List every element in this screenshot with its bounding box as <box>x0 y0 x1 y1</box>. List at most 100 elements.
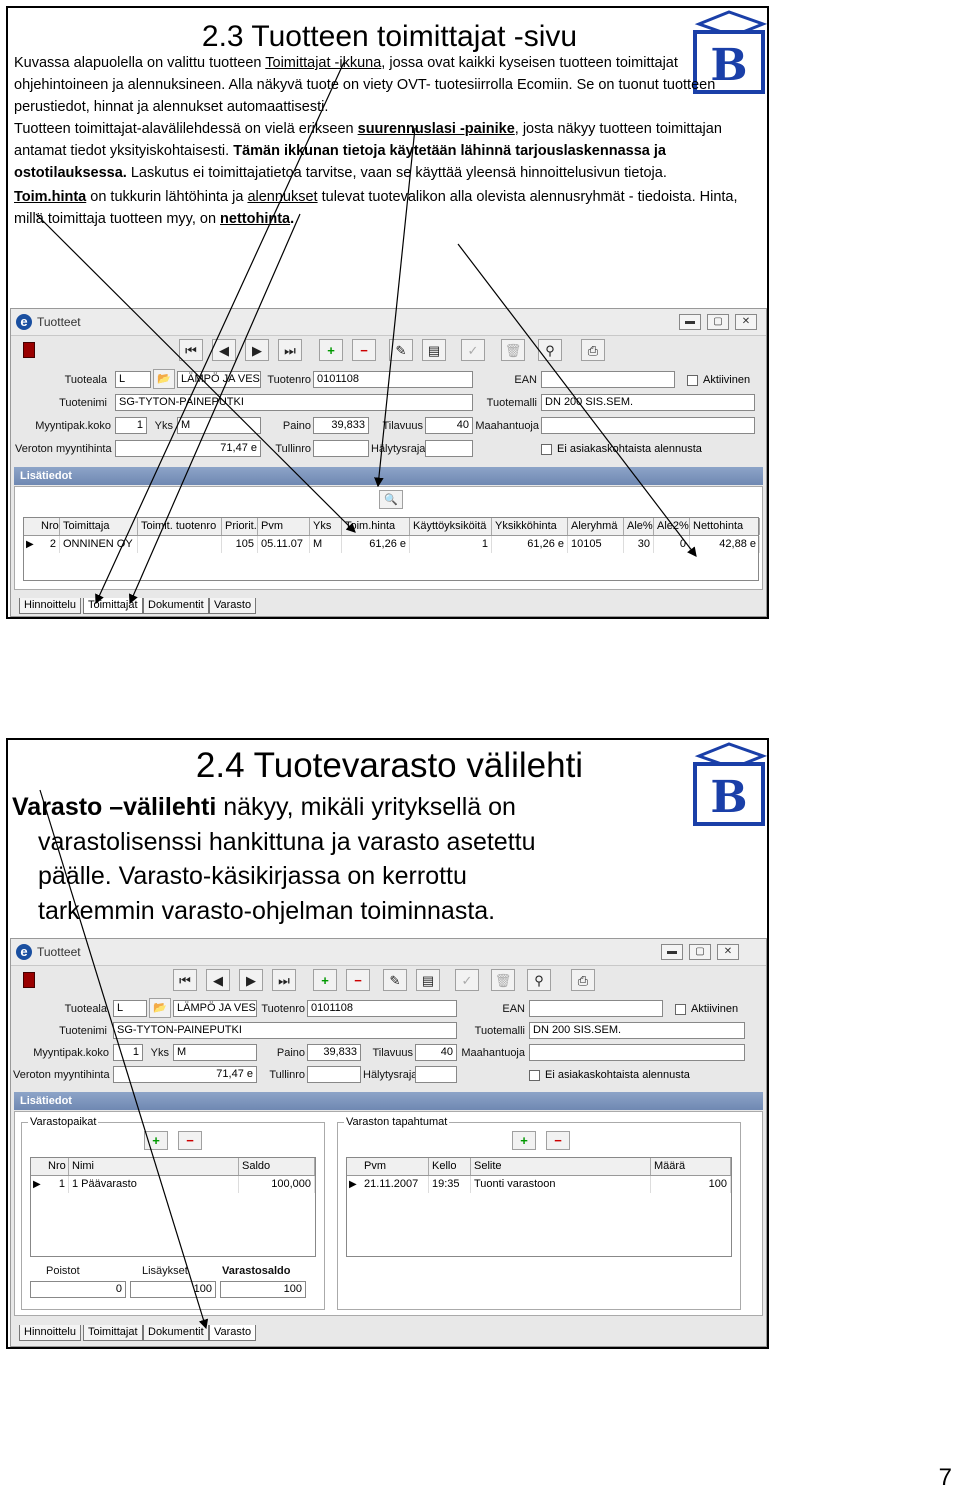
print-preview-button[interactable]: ▤ <box>422 339 446 361</box>
cell: 2 <box>38 536 60 553</box>
add-transaction-button[interactable]: + <box>512 1131 536 1150</box>
myyntipak-field[interactable]: 1 <box>113 1044 143 1061</box>
cell: 61,26 e <box>492 536 568 553</box>
label-yks: Yks <box>154 420 173 432</box>
halytysraja-field[interactable] <box>425 440 473 457</box>
exit-icon[interactable] <box>23 972 35 988</box>
tuotenimi-field[interactable]: SG-TYTON-PAINEPUTKI <box>113 1022 457 1039</box>
tuotemalli-field[interactable]: DN 200 SIS.SEM. <box>529 1022 745 1039</box>
cell: 100 <box>651 1176 731 1193</box>
table-row[interactable]: ▶ 1 1 Päävarasto 100,000 <box>31 1176 315 1193</box>
cell: 1 Päävarasto <box>69 1176 239 1193</box>
maahantuoja-field[interactable] <box>529 1044 745 1061</box>
prev-record-button[interactable]: ◀ <box>206 969 230 991</box>
veroton-field[interactable]: 71,47 e <box>113 1066 257 1083</box>
trash-button[interactable]: 🗑 <box>491 969 515 991</box>
folder-lookup-button[interactable]: 📂 <box>149 998 171 1018</box>
exit-icon[interactable] <box>23 342 35 358</box>
cell: 100,000 <box>239 1176 315 1193</box>
tab-hinnoittelu[interactable]: Hinnoittelu <box>19 1325 81 1341</box>
minimize-button[interactable]: ▬ <box>679 314 701 330</box>
paino-field[interactable]: 39,833 <box>313 417 369 434</box>
delete-button[interactable]: − <box>352 339 376 361</box>
tullinro-field[interactable] <box>313 440 369 457</box>
prev-record-button[interactable]: ◀ <box>212 339 236 361</box>
add-location-button[interactable]: + <box>144 1131 168 1150</box>
edit-button[interactable]: ✎ <box>389 339 413 361</box>
frame-label: Varaston tapahtumat <box>344 1116 450 1128</box>
ei-alennusta-checkbox[interactable] <box>541 444 552 455</box>
tab-toimittajat[interactable]: Toimittajat <box>83 1325 143 1341</box>
yks-field[interactable]: M <box>177 417 261 434</box>
aktiivinen-checkbox[interactable] <box>675 1004 686 1015</box>
add-button[interactable]: + <box>319 339 343 361</box>
delete-button[interactable]: − <box>346 969 370 991</box>
title-bar: e Tuotteet ▬ ▢ ✕ <box>11 309 766 336</box>
confirm-button[interactable]: ✓ <box>461 339 485 361</box>
link-button[interactable]: ⚲ <box>527 969 551 991</box>
ean-field[interactable] <box>529 1000 663 1017</box>
maximize-button[interactable]: ▢ <box>689 944 711 960</box>
aktiivinen-checkbox[interactable] <box>687 375 698 386</box>
cell: 0 <box>654 536 690 553</box>
maahantuoja-field[interactable] <box>541 417 755 434</box>
printer-button[interactable]: ⎙ <box>571 969 595 991</box>
tuoteala-field[interactable]: L <box>113 1000 147 1017</box>
row-pointer-icon: ▶ <box>26 539 34 550</box>
tullinro-field[interactable] <box>307 1066 361 1083</box>
tab-toimittajat[interactable]: Toimittajat <box>83 598 143 614</box>
first-record-button[interactable]: ⏮ <box>179 339 203 361</box>
toolbar: ⏮ ◀ ▶ ⏭ + − ✎ ▤ ✓ 🗑 ⚲ ⎙ <box>11 966 766 996</box>
minimize-button[interactable]: ▬ <box>661 944 683 960</box>
cell: Tuonti varastoon <box>471 1176 651 1193</box>
toimittajat-grid: Nro Toimittaja Toimit. tuotenro Priorit.… <box>23 517 760 581</box>
halytysraja-field[interactable] <box>415 1066 457 1083</box>
col-header: Toimit. tuotenro <box>138 518 222 535</box>
first-record-button[interactable]: ⏮ <box>173 969 197 991</box>
tab-varasto[interactable]: Varasto <box>209 1325 257 1341</box>
last-record-button[interactable]: ⏭ <box>278 339 302 361</box>
table-row[interactable]: ▶ 2 ONNINEN OY 105 05.11.07 M 61,26 e 1 … <box>24 536 760 553</box>
folder-lookup-button[interactable]: 📂 <box>153 369 175 389</box>
last-record-button[interactable]: ⏭ <box>272 969 296 991</box>
remove-location-button[interactable]: − <box>178 1131 202 1150</box>
tilavuus-field[interactable]: 40 <box>425 417 473 434</box>
print-preview-button[interactable]: ▤ <box>416 969 440 991</box>
tapahtumat-grid: Pvm Kello Selite Määrä ▶ 21.11.2007 19:3… <box>346 1157 732 1257</box>
tab-varasto[interactable]: Varasto <box>209 598 257 614</box>
maximize-button[interactable]: ▢ <box>707 314 729 330</box>
close-button[interactable]: ✕ <box>735 314 757 330</box>
tab-dokumentit[interactable]: Dokumentit <box>143 598 209 614</box>
cell: 61,26 e <box>342 536 410 553</box>
tilavuus-field[interactable]: 40 <box>415 1044 457 1061</box>
myyntipak-field[interactable]: 1 <box>115 417 147 434</box>
tuotenro-field[interactable]: 0101108 <box>313 371 473 388</box>
veroton-field[interactable]: 71,47 e <box>115 440 261 457</box>
close-button[interactable]: ✕ <box>717 944 739 960</box>
paino-field[interactable]: 39,833 <box>307 1044 361 1061</box>
add-button[interactable]: + <box>313 969 337 991</box>
tuotenro-field[interactable]: 0101108 <box>307 1000 457 1017</box>
tuotemalli-field[interactable]: DN 200 SIS.SEM. <box>541 394 755 411</box>
remove-transaction-button[interactable]: − <box>546 1131 570 1150</box>
tab-hinnoittelu[interactable]: Hinnoittelu <box>19 598 81 614</box>
ean-field[interactable] <box>541 371 675 388</box>
tuotenimi-field[interactable]: SG-TYTON-PAINEPUTKI <box>115 394 473 411</box>
printer-button[interactable]: ⎙ <box>581 339 605 361</box>
table-row[interactable]: ▶ 21.11.2007 19:35 Tuonti varastoon 100 <box>347 1176 731 1193</box>
next-record-button[interactable]: ▶ <box>245 339 269 361</box>
tab-dokumentit[interactable]: Dokumentit <box>143 1325 209 1341</box>
link-button[interactable]: ⚲ <box>538 339 562 361</box>
confirm-button[interactable]: ✓ <box>455 969 479 991</box>
next-record-button[interactable]: ▶ <box>239 969 263 991</box>
yks-field[interactable]: M <box>173 1044 257 1061</box>
label-myyntipak: Myyntipak.koko <box>35 420 111 432</box>
tuoteala-field[interactable]: L <box>115 371 151 388</box>
ei-alennusta-checkbox[interactable] <box>529 1070 540 1081</box>
trash-button[interactable]: 🗑 <box>501 339 525 361</box>
magnifier-button[interactable]: 🔍 <box>379 490 403 509</box>
b-logo-icon: B <box>693 742 767 826</box>
col-header: Nro <box>45 1158 69 1175</box>
edit-button[interactable]: ✎ <box>383 969 407 991</box>
col-header: Ale% <box>624 518 654 535</box>
